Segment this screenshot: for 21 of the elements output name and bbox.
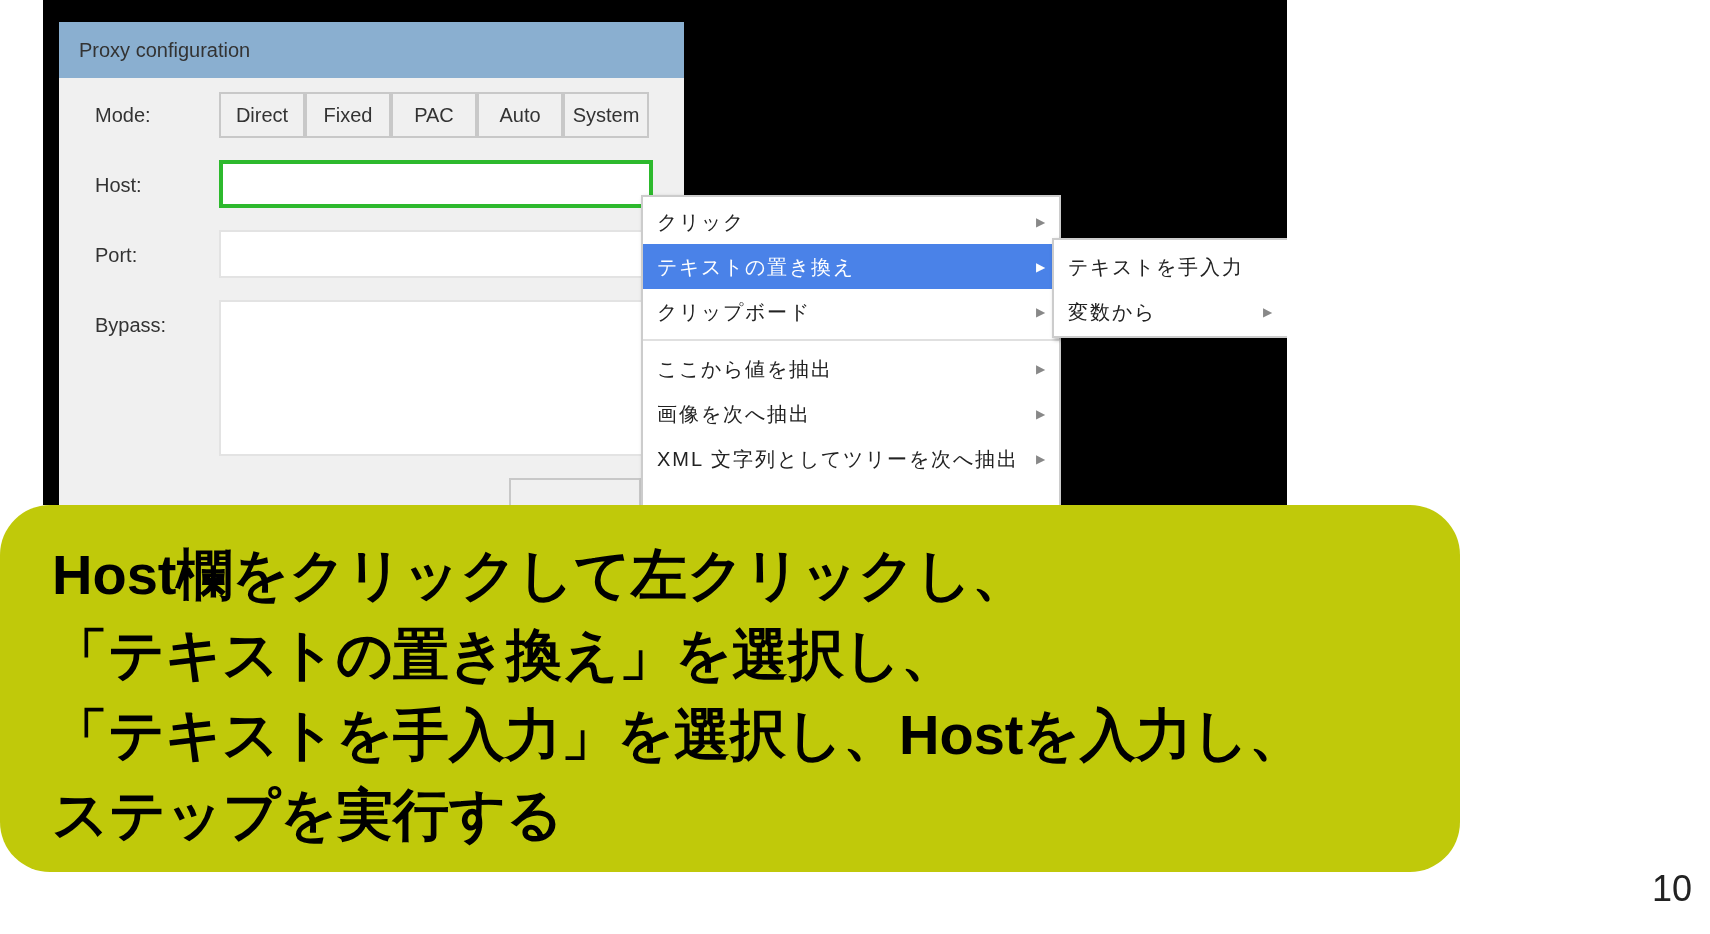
menu-item[interactable]: 画像を次へ抽出 ▶ bbox=[643, 391, 1059, 436]
mode-button[interactable]: System bbox=[563, 92, 649, 138]
menu-item[interactable]: XML 文字列としてツリーを次へ抽出 ▶ bbox=[643, 436, 1059, 481]
menu-item[interactable]: 変数から ▶ bbox=[1054, 289, 1287, 334]
input-field[interactable] bbox=[219, 160, 653, 208]
field-label: Host: bbox=[94, 173, 143, 198]
field-label: Mode: bbox=[94, 103, 152, 128]
mode-button[interactable]: Direct bbox=[219, 92, 305, 138]
menu-item[interactable]: ここから値を抽出 ▶ bbox=[643, 346, 1059, 391]
page-number: 10 bbox=[1651, 867, 1692, 911]
field-label: Bypass: bbox=[94, 313, 168, 338]
callout-text: 「テキストを手入力」を選択し、Hostを入力し、 bbox=[52, 702, 1307, 768]
callout-text: ステップを実行する bbox=[52, 782, 564, 848]
field-label: Port: bbox=[94, 243, 139, 268]
callout-text: Host欄をクリックして左クリックし、 bbox=[52, 542, 1030, 608]
mode-button[interactable]: PAC bbox=[391, 92, 477, 138]
mode-button[interactable]: Auto bbox=[477, 92, 563, 138]
menu-item[interactable]: クリック ▶ bbox=[643, 199, 1059, 244]
mode-button[interactable]: Fixed bbox=[305, 92, 391, 138]
callout-text: 「テキストの置き換え」を選択し、 bbox=[52, 622, 958, 688]
window-title: Proxy configuration bbox=[79, 38, 251, 63]
